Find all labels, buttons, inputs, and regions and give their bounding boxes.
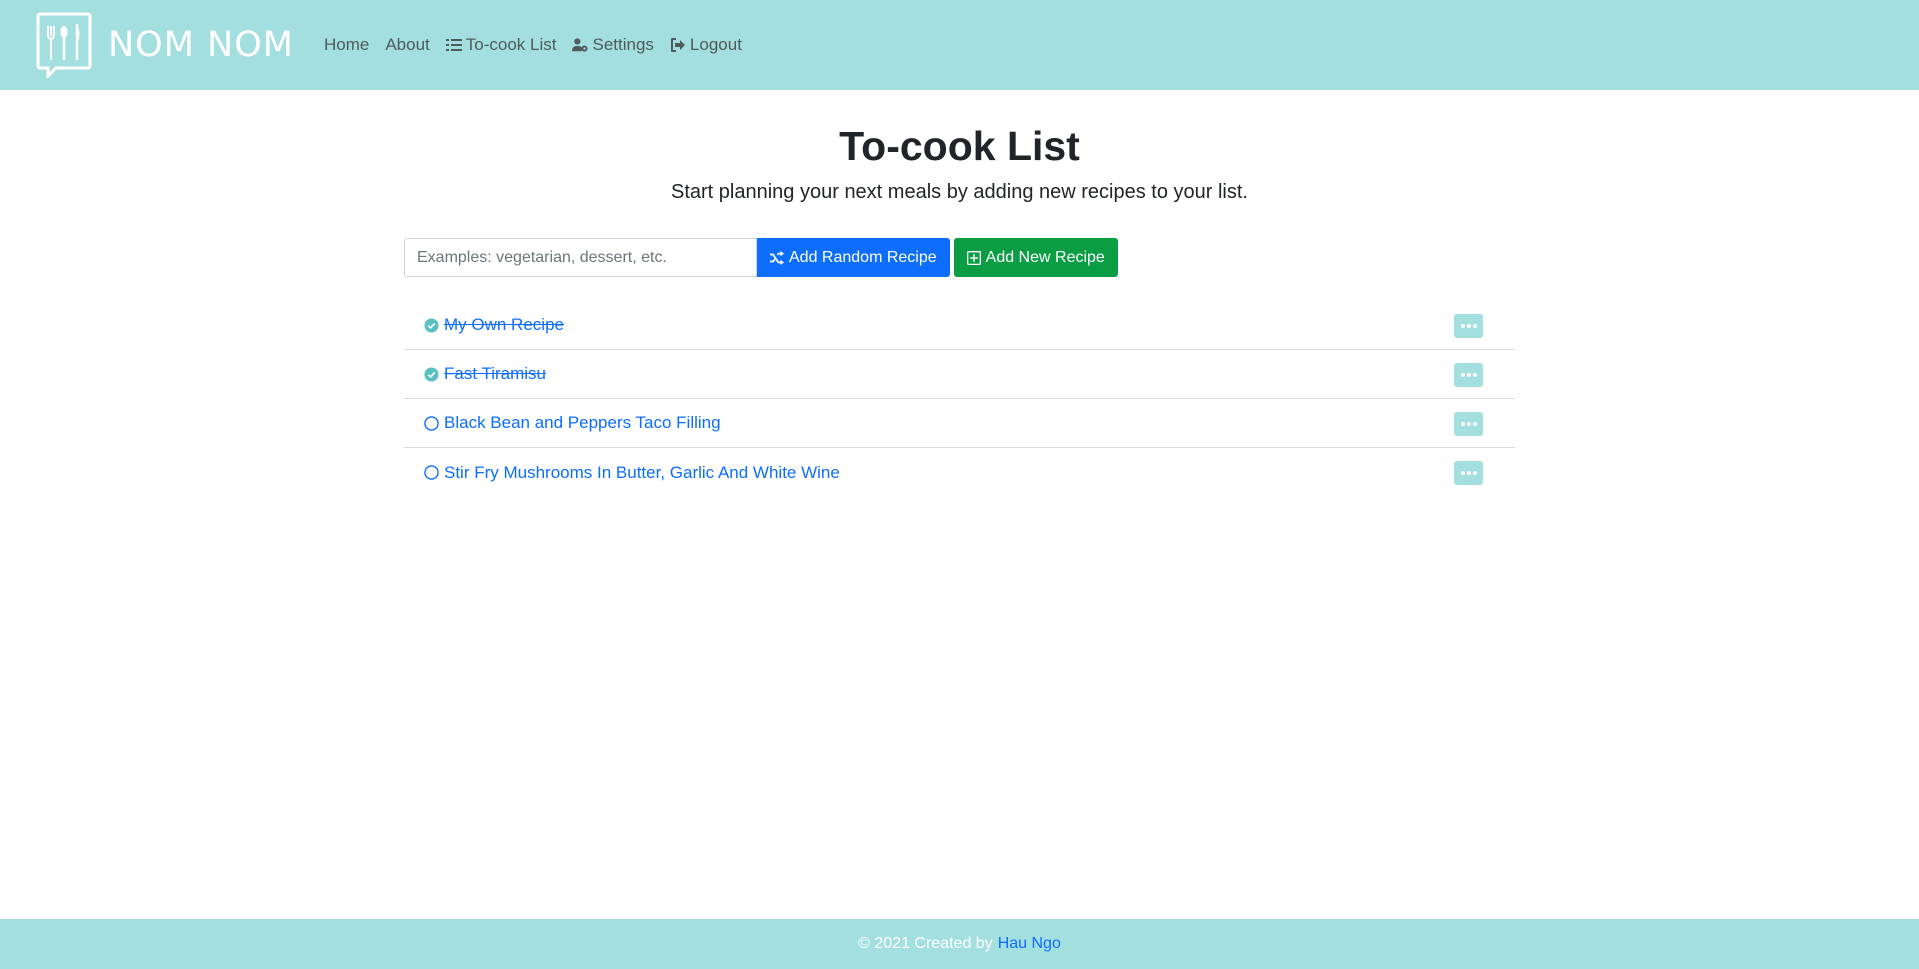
search-input[interactable] (404, 238, 757, 278)
brand-name: NOM NOM (108, 25, 294, 65)
recipe-toolbar: Add Random Recipe Add New Recipe (404, 238, 1515, 278)
nav-about-label: About (385, 35, 430, 54)
more-options-button[interactable] (1454, 412, 1483, 437)
author-link[interactable]: Hau Ngo (998, 935, 1061, 953)
main-content: To-cook List Start planning your next me… (404, 90, 1515, 497)
nav-to-cook-list[interactable]: To-cook List (445, 35, 557, 55)
recipe-link[interactable]: Black Bean and Peppers Taco Filling (444, 413, 721, 433)
user-gear-icon (572, 38, 589, 52)
navbar: NOM NOM Home About To-cook List Settings… (0, 0, 1919, 90)
page-subtitle: Start planning your next meals by adding… (671, 181, 1248, 204)
footer-text: © 2021 Created by (858, 935, 993, 952)
brand[interactable]: NOM NOM (36, 12, 294, 78)
nav-settings[interactable]: Settings (572, 35, 654, 55)
recipe-list-item: Stir Fry Mushrooms In Butter, Garlic And… (404, 448, 1515, 497)
check-circle-icon[interactable] (424, 367, 439, 382)
recipe-list-item: Black Bean and Peppers Taco Filling (404, 399, 1515, 449)
logout-icon (670, 38, 685, 52)
recipe-link[interactable]: Stir Fry Mushrooms In Butter, Garlic And… (444, 463, 840, 483)
recipe-list-item: Fast Tiramisu (404, 350, 1515, 400)
footer: © 2021 Created by Hau Ngo (0, 919, 1919, 969)
empty-circle-icon[interactable] (424, 465, 439, 480)
nav-logout[interactable]: Logout (670, 35, 742, 55)
nav-about[interactable]: About (385, 35, 429, 55)
nav-settings-label: Settings (592, 35, 654, 54)
shuffle-icon (770, 250, 784, 265)
add-new-recipe-label: Add New Recipe (985, 248, 1105, 266)
nav-home[interactable]: Home (324, 35, 369, 55)
list-icon (445, 39, 462, 51)
recipe-link[interactable]: My Own Recipe (444, 315, 564, 335)
add-random-recipe-label: Add Random Recipe (789, 248, 937, 266)
more-options-button[interactable] (1454, 363, 1483, 388)
more-options-button[interactable] (1454, 314, 1483, 339)
check-circle-icon[interactable] (424, 318, 439, 333)
add-new-recipe-button[interactable]: Add New Recipe (953, 238, 1118, 278)
nav-links: Home About To-cook List Settings Logout (308, 35, 742, 55)
nav-logout-label: Logout (689, 35, 742, 54)
nav-to-cook-list-label: To-cook List (465, 35, 557, 54)
recipe-list-item: My Own Recipe (404, 301, 1515, 351)
plus-square-icon (966, 250, 981, 265)
nav-home-label: Home (323, 35, 370, 54)
recipe-list: My Own Recipe Fast Tiramisu Black Bean a… (404, 301, 1515, 497)
empty-circle-icon[interactable] (424, 415, 439, 431)
add-random-recipe-button[interactable]: Add Random Recipe (757, 238, 950, 278)
page-title: To-cook List (839, 123, 1080, 169)
cutlery-logo-icon (36, 12, 92, 78)
more-options-button[interactable] (1454, 461, 1483, 486)
recipe-link[interactable]: Fast Tiramisu (444, 364, 546, 384)
